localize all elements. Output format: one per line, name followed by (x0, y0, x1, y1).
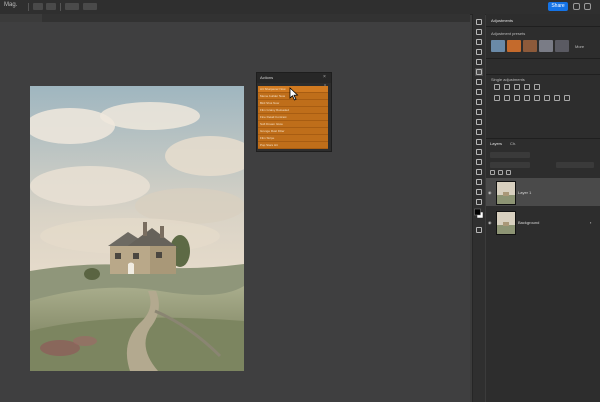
type-tool-icon[interactable] (475, 168, 483, 176)
preset-thumbnail[interactable] (491, 40, 505, 52)
channel-mixer-icon[interactable] (534, 95, 540, 101)
layer-name[interactable]: Background (518, 220, 539, 225)
lock-icon: ▪ (590, 220, 592, 225)
hand-tool-icon[interactable] (475, 198, 483, 206)
action-item[interactable]: Grunge Rust Filter (258, 128, 328, 135)
preset-thumbnail[interactable] (539, 40, 553, 52)
flow-dropdown[interactable] (83, 3, 97, 10)
action-item[interactable]: Fine Detail Contrast (258, 114, 328, 121)
tab-layers[interactable]: Layers (490, 141, 502, 146)
visibility-eye-icon[interactable]: ◉ (488, 220, 492, 225)
color-balance-icon[interactable] (504, 95, 510, 101)
action-item[interactable]: Film Stripe (258, 135, 328, 142)
action-item[interactable]: Bird Shot Now (258, 100, 328, 107)
quick-mask-icon[interactable] (475, 226, 483, 234)
levels-icon[interactable] (504, 84, 510, 90)
share-button[interactable]: Share (548, 2, 568, 11)
preset-thumbnail[interactable] (507, 40, 521, 52)
path-select-tool-icon[interactable] (475, 178, 483, 186)
eraser-tool-icon[interactable] (475, 118, 483, 126)
divider (486, 138, 600, 139)
action-item[interactable]: Soft Dream Glow (258, 121, 328, 128)
opacity-dropdown[interactable] (65, 3, 79, 10)
document-image[interactable] (30, 86, 244, 371)
opacity-field[interactable] (556, 162, 594, 168)
search-icon[interactable] (573, 3, 580, 10)
layer-thumbnail (496, 181, 516, 205)
preset-thumbnail[interactable] (555, 40, 569, 52)
single-adjustments-label[interactable]: Single adjustments (491, 77, 525, 82)
threshold-icon[interactable] (564, 95, 570, 101)
divider (60, 3, 61, 11)
history-brush-tool-icon[interactable] (475, 108, 483, 116)
dodge-tool-icon[interactable] (475, 148, 483, 156)
adjustment-icons (494, 84, 594, 104)
move-tool-icon[interactable] (475, 18, 483, 26)
blend-mode-dropdown[interactable] (490, 162, 530, 168)
marquee-tool-icon[interactable] (475, 28, 483, 36)
cottage-landscape-image (30, 86, 244, 371)
layer-thumbnail-image (497, 212, 515, 234)
photo-filter-icon[interactable] (524, 95, 530, 101)
brush-size-dropdown[interactable] (33, 3, 43, 10)
tab-channels[interactable]: Ch. (510, 141, 516, 146)
mode-dropdown[interactable] (46, 3, 56, 10)
close-icon[interactable]: × (323, 74, 326, 80)
shape-tool-icon[interactable] (475, 188, 483, 196)
divider (486, 74, 600, 75)
healing-tool-icon[interactable] (475, 88, 483, 96)
action-item[interactable]: Film Grainy Reloaded (258, 107, 328, 114)
divider (28, 3, 29, 11)
blur-tool-icon[interactable] (475, 138, 483, 146)
brightness-icon[interactable] (494, 84, 500, 90)
actions-panel-title: Actions (260, 75, 274, 80)
mouse-cursor-icon (289, 87, 299, 101)
document-tab[interactable] (0, 14, 42, 22)
color-swatches-icon[interactable] (474, 208, 484, 220)
actions-panel: Actions × ≡ Art Sharpener Now Meme build… (256, 72, 332, 152)
clone-stamp-tool-icon[interactable] (475, 98, 483, 106)
crop-tool-icon[interactable] (475, 58, 483, 66)
adjustment-presets-label[interactable]: Adjustment presets (491, 31, 525, 36)
layer-row[interactable]: ◉ Background ▪ (486, 208, 600, 236)
exposure-icon[interactable] (524, 84, 530, 90)
visibility-eye-icon[interactable]: ◉ (488, 190, 492, 195)
options-bar: Mag. Share (0, 0, 600, 15)
workspace-icon[interactable] (584, 3, 591, 10)
lock-controls (490, 170, 594, 176)
layer-thumbnail-image (497, 182, 515, 204)
invert-icon[interactable] (554, 95, 560, 101)
curves-icon[interactable] (514, 84, 520, 90)
lock-all-icon[interactable] (506, 170, 511, 175)
pen-tool-icon[interactable] (475, 158, 483, 166)
lasso-tool-icon[interactable] (475, 38, 483, 46)
eyedropper-tool-icon[interactable] (475, 78, 483, 86)
lock-pixels-icon[interactable] (490, 170, 495, 175)
preset-thumbnails: More (491, 40, 591, 54)
right-panels: Adjustments Adjustment presets More Sing… (486, 14, 600, 402)
more-presets-link[interactable]: More (575, 44, 584, 49)
preset-thumbnail[interactable] (523, 40, 537, 52)
action-item[interactable]: Pop Stars Hit (258, 142, 328, 149)
gradient-map-icon[interactable] (544, 95, 550, 101)
gradient-tool-icon[interactable] (475, 128, 483, 136)
object-select-tool-icon[interactable] (475, 48, 483, 56)
divider (486, 58, 600, 59)
adjustments-panel-title: Adjustments (491, 18, 514, 23)
tool-preset-label[interactable]: Mag. (4, 2, 17, 8)
vibrance-icon[interactable] (534, 84, 540, 90)
layer-thumbnail (496, 211, 516, 235)
black-white-icon[interactable] (514, 95, 520, 101)
layer-name[interactable]: Layer 1 (518, 190, 531, 195)
hue-saturation-icon[interactable] (494, 95, 500, 101)
brush-tool-icon[interactable] (475, 68, 483, 76)
layer-row[interactable]: ◉ Layer 1 (486, 178, 600, 206)
lock-position-icon[interactable] (498, 170, 503, 175)
divider (486, 26, 600, 27)
layers-tabs: Layers Ch. (486, 140, 600, 148)
layer-filter-dropdown[interactable] (490, 152, 530, 158)
